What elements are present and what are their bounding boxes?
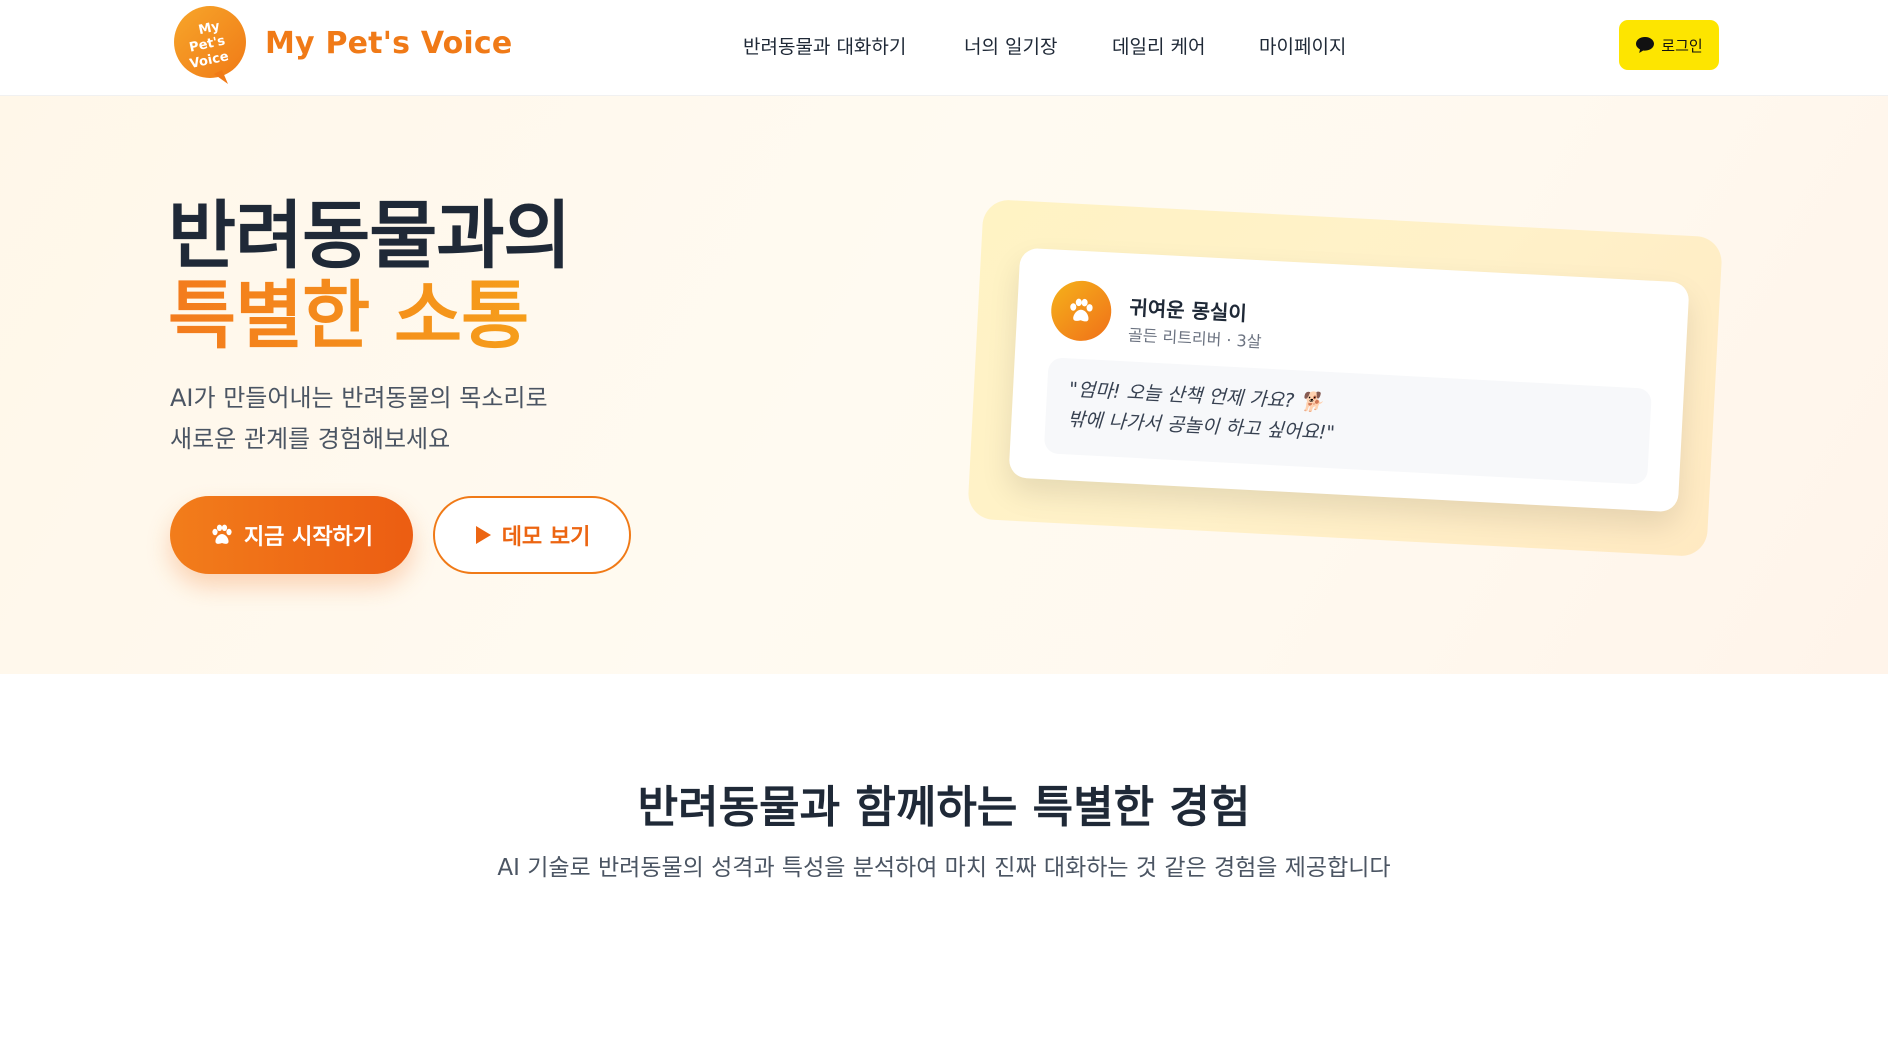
start-now-label: 지금 시작하기 (243, 525, 374, 550)
logo-icon: My Pet's Voice (174, 6, 246, 84)
nav-item-chat[interactable]: 반려동물과 대화하기 (743, 32, 906, 59)
paw-icon (212, 524, 232, 544)
login-label: 로그인 (1661, 36, 1703, 55)
pet-message-bubble: "엄마! 오늘 산책 언제 가요? 🐕 밖에 나가서 공놀이 하고 싶어요!" (1043, 357, 1652, 485)
play-icon (475, 526, 491, 544)
hero-title: 반려동물과의 특별한 소통 (168, 193, 571, 356)
hero-subtitle: AI가 만들어내는 반려동물의 목소리로 새로운 관계를 경험해보세요 (170, 378, 548, 460)
hero-subtitle-line2: 새로운 관계를 경험해보세요 (170, 425, 451, 453)
chat-bubble-icon (1636, 37, 1655, 53)
nav-item-daily-care[interactable]: 데일리 케어 (1112, 32, 1205, 59)
pet-message-card: 귀여운 몽실이 골든 리트리버 · 3살 "엄마! 오늘 산책 언제 가요? 🐕… (1008, 247, 1690, 513)
demo-label: 데모 보기 (501, 525, 591, 550)
demo-button[interactable]: 데모 보기 (433, 496, 631, 574)
section-subtitle: AI 기술로 반려동물의 성격과 특성을 분석하여 마치 진짜 대화하는 것 같… (497, 855, 1391, 881)
start-now-button[interactable]: 지금 시작하기 (170, 496, 413, 574)
brand-name[interactable]: My Pet's Voice (265, 26, 512, 61)
paw-icon (1070, 298, 1093, 322)
nav-item-diary[interactable]: 너의 일기장 (964, 32, 1057, 59)
logo[interactable]: My Pet's Voice (170, 4, 250, 84)
site-header: My Pet's Voice My Pet's Voice 반려동물과 대화하기… (0, 0, 1888, 96)
hero-title-line1: 반려동물과의 (168, 193, 571, 279)
hero-subtitle-line1: AI가 만들어내는 반려동물의 목소리로 (170, 384, 548, 412)
pet-name: 귀여운 몽실이 (1128, 295, 1248, 326)
login-button[interactable]: 로그인 (1619, 20, 1719, 70)
nav-item-mypage[interactable]: 마이페이지 (1259, 32, 1346, 59)
hero-title-line2: 특별한 소통 (168, 276, 570, 356)
pet-avatar (1049, 279, 1113, 343)
section-title: 반려동물과 함께하는 특별한 경험 (637, 782, 1251, 833)
